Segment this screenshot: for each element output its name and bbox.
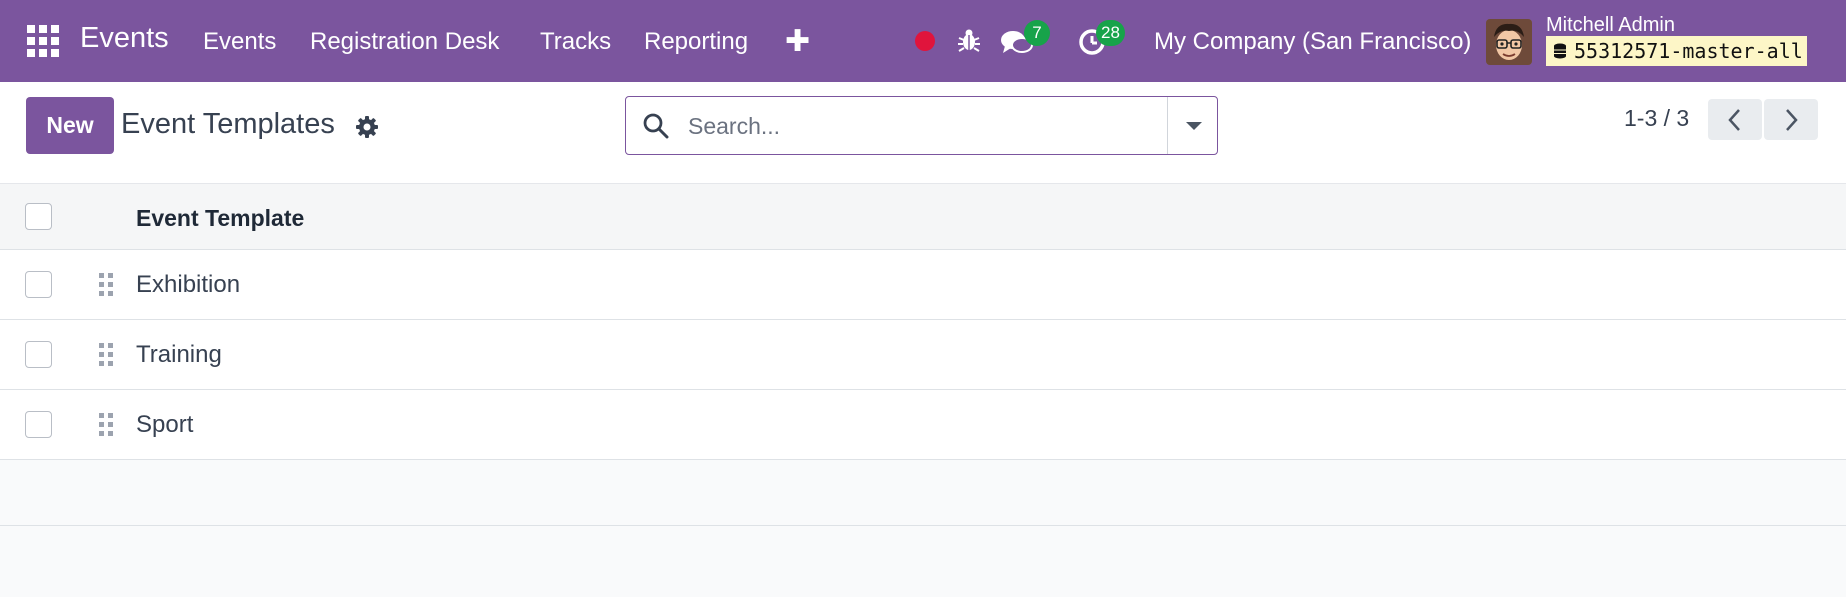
menu-events[interactable]: Events	[203, 28, 276, 56]
control-panel: New Event Templates 1-3 / 3	[0, 82, 1846, 184]
row-checkbox[interactable]	[25, 341, 52, 368]
row-checkbox[interactable]	[25, 411, 52, 438]
column-header-event-template[interactable]: Event Template	[136, 205, 304, 232]
app-menu-grid-icon[interactable]	[27, 25, 59, 57]
list-header: Event Template	[0, 184, 1846, 250]
drag-handle-icon[interactable]	[98, 412, 114, 438]
menu-reporting[interactable]: Reporting	[644, 28, 748, 56]
activities-count-badge: 28	[1096, 20, 1125, 46]
search-icon	[643, 113, 669, 139]
list-footer-empty	[0, 460, 1846, 526]
search-options-toggle[interactable]	[1167, 97, 1217, 154]
menu-registration-desk[interactable]: Registration Desk	[310, 28, 499, 56]
user-name[interactable]: Mitchell Admin	[1546, 14, 1675, 37]
plus-icon[interactable]: ✚	[785, 24, 810, 59]
search-input[interactable]	[688, 109, 1188, 143]
pager-value[interactable]: 1-3 / 3	[1624, 105, 1689, 132]
search-bar	[625, 96, 1218, 155]
menu-tracks[interactable]: Tracks	[540, 28, 611, 56]
database-name: 55312571-master-all	[1574, 39, 1803, 63]
drag-handle-icon[interactable]	[98, 272, 114, 298]
recording-dot-icon[interactable]	[915, 31, 935, 51]
app-brand[interactable]: Events	[80, 22, 169, 55]
messages-count-badge: 7	[1024, 20, 1050, 46]
pager-previous-button[interactable]	[1708, 99, 1762, 140]
page-title[interactable]: Event Templates	[121, 108, 335, 141]
company-switcher[interactable]: My Company (San Francisco)	[1154, 28, 1471, 56]
chevron-right-icon	[1786, 109, 1798, 131]
table-row[interactable]: Training	[0, 320, 1846, 390]
main-navbar: Events Events Registration Desk Tracks R…	[0, 0, 1846, 82]
database-icon	[1554, 43, 1566, 59]
cell-event-template: Exhibition	[136, 271, 241, 298]
gear-icon[interactable]	[355, 115, 379, 139]
new-button[interactable]: New	[26, 97, 114, 154]
caret-down-icon	[1186, 122, 1202, 130]
bug-icon[interactable]	[957, 27, 981, 53]
table-row[interactable]: Sport	[0, 390, 1846, 460]
list-view: Event Template Exhibition Training Sport	[0, 184, 1846, 526]
cell-event-template: Training	[136, 341, 222, 368]
chevron-left-icon	[1728, 109, 1740, 131]
row-checkbox[interactable]	[25, 271, 52, 298]
table-row[interactable]: Exhibition	[0, 250, 1846, 320]
database-name-badge: 55312571-master-all	[1546, 36, 1807, 66]
pager-next-button[interactable]	[1764, 99, 1818, 140]
select-all-checkbox[interactable]	[25, 203, 52, 230]
cell-event-template: Sport	[136, 411, 194, 438]
drag-handle-icon[interactable]	[98, 342, 114, 368]
user-avatar[interactable]	[1486, 19, 1532, 65]
